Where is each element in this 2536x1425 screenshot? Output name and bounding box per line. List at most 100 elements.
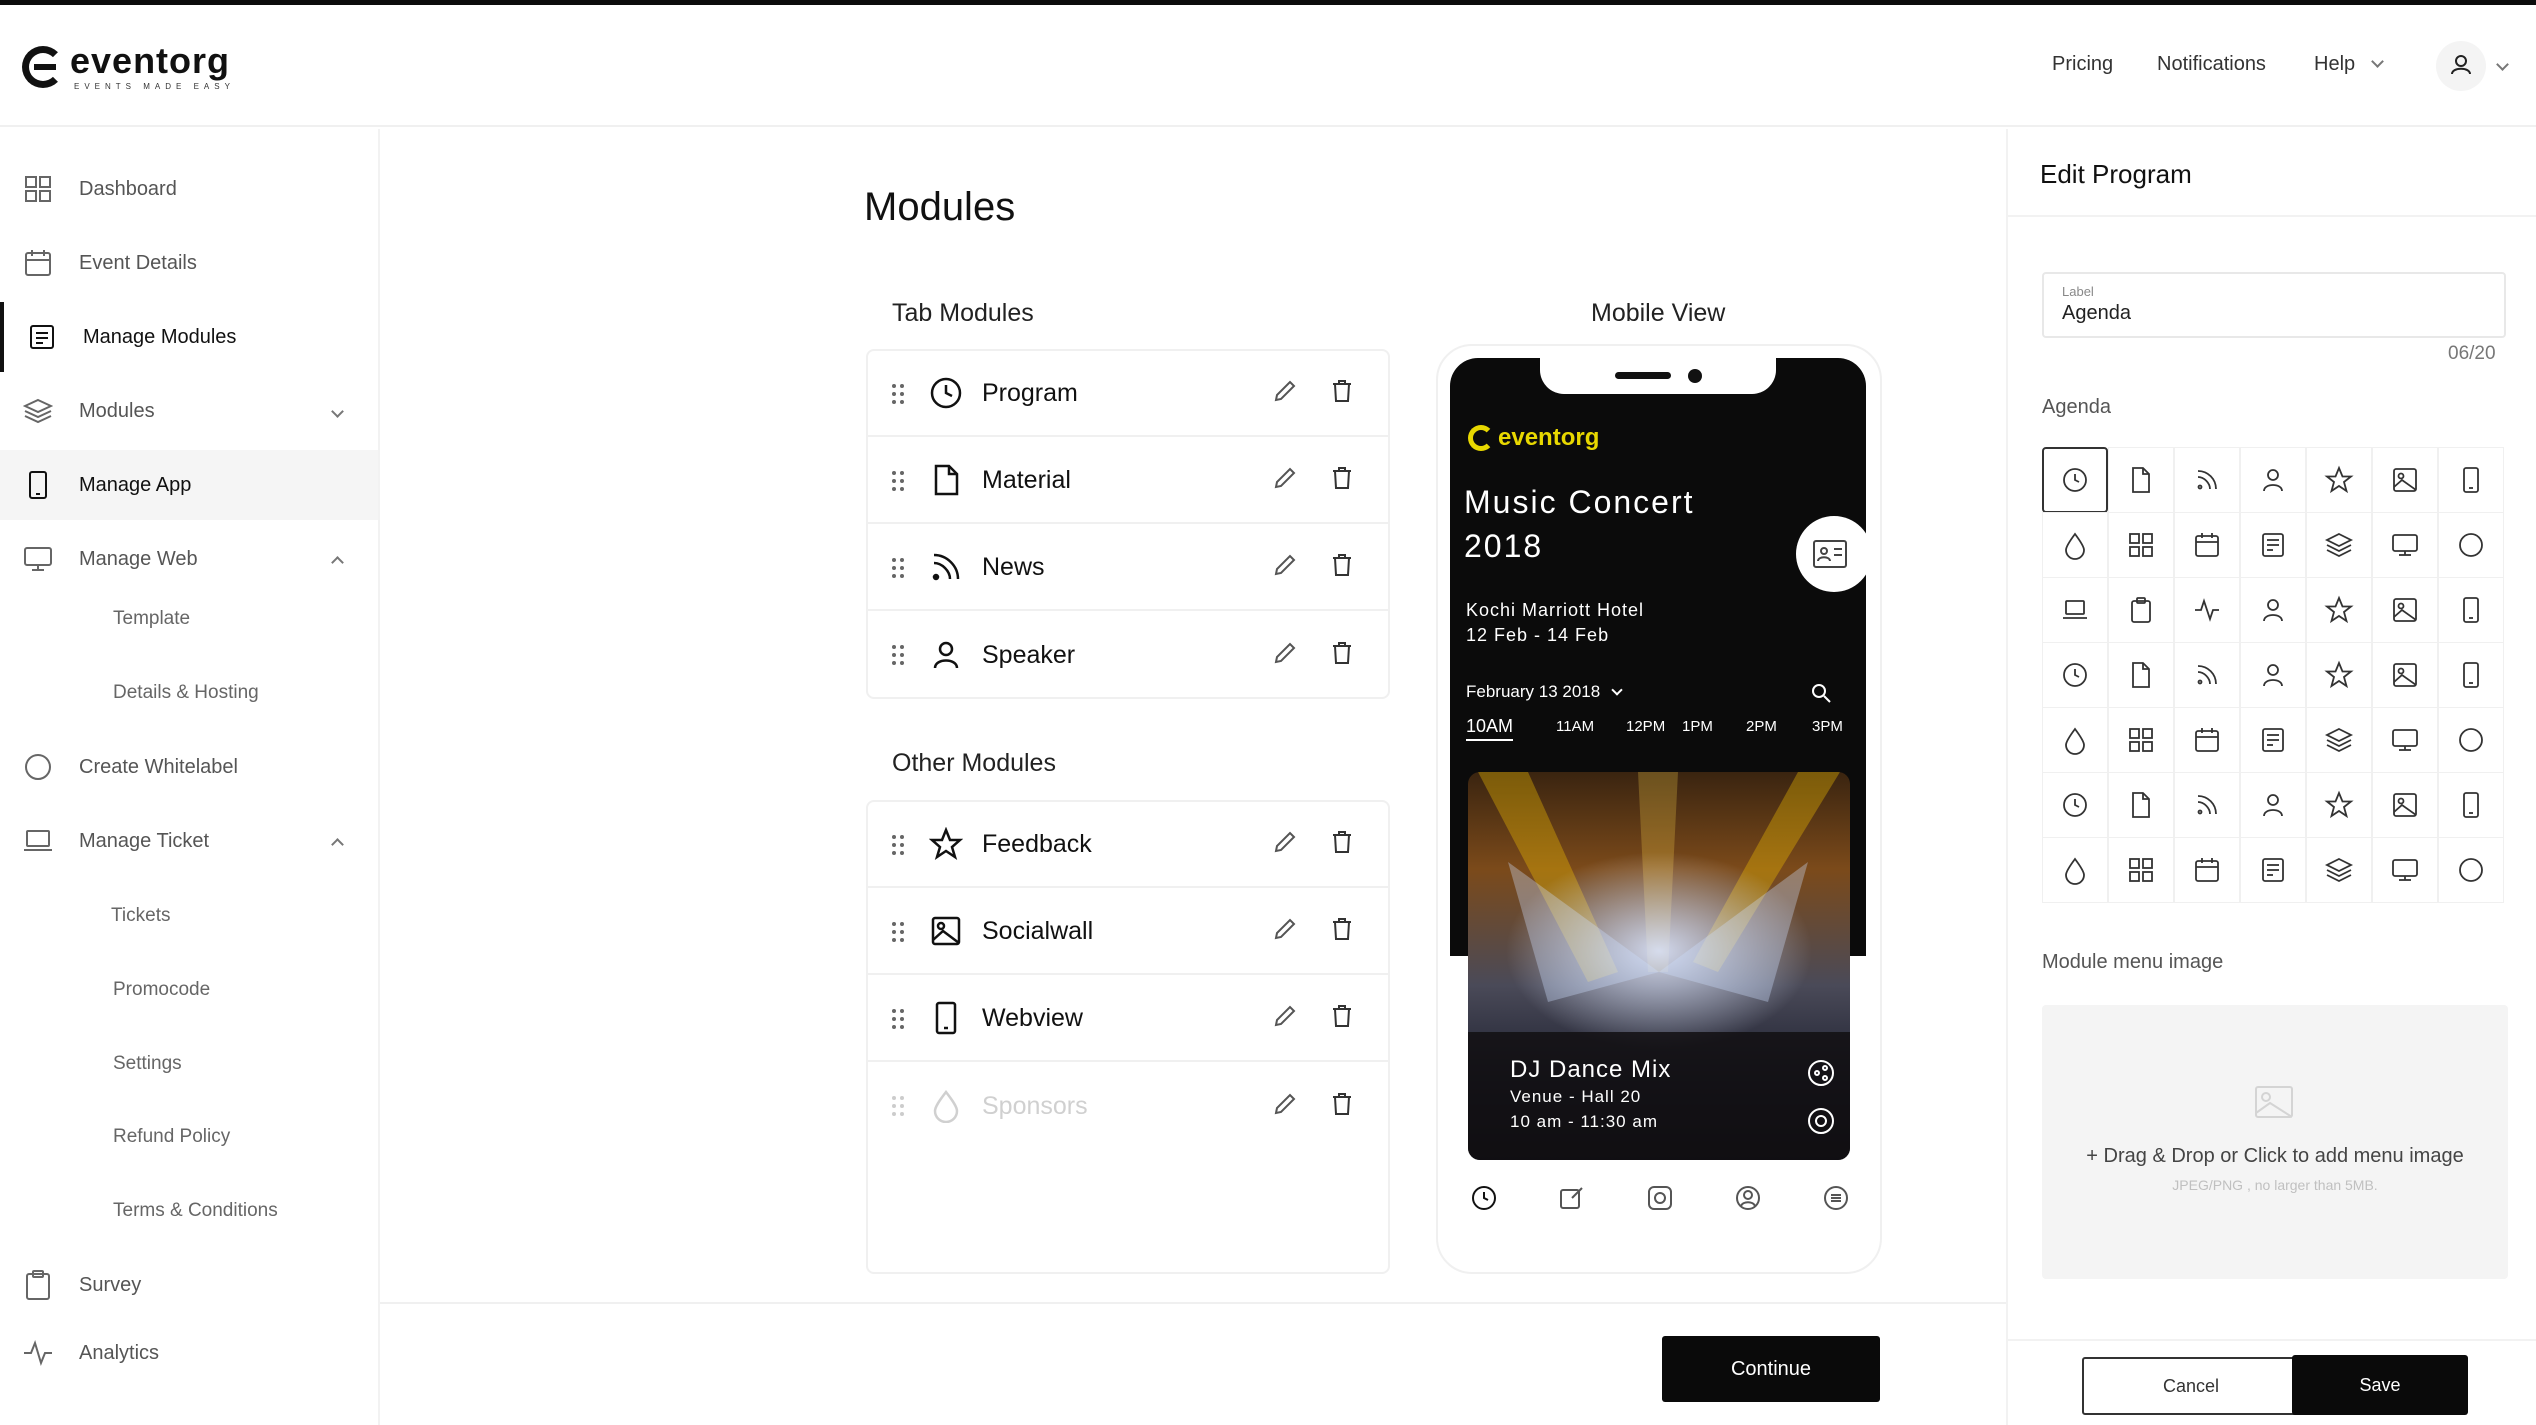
icon-option[interactable] xyxy=(2438,837,2504,903)
icon-option[interactable] xyxy=(2108,642,2174,708)
icon-option[interactable] xyxy=(2174,837,2240,903)
trash-icon[interactable] xyxy=(1330,378,1354,409)
drag-handle-icon[interactable] xyxy=(892,835,904,855)
sidebar-sub-details-hosting[interactable]: Details & Hosting xyxy=(113,682,259,704)
camera-icon[interactable] xyxy=(1646,1184,1674,1212)
time-tab[interactable]: 12PM xyxy=(1626,718,1665,735)
icon-option[interactable] xyxy=(2108,512,2174,578)
icon-option[interactable] xyxy=(2174,577,2240,643)
icon-option[interactable] xyxy=(2438,577,2504,643)
image-dropzone[interactable]: + Drag & Drop or Click to add menu image… xyxy=(2042,1005,2508,1279)
drag-handle-icon[interactable] xyxy=(892,922,904,942)
icon-option[interactable] xyxy=(2372,512,2438,578)
icon-option[interactable] xyxy=(2306,642,2372,708)
icon-option[interactable] xyxy=(2306,577,2372,643)
share-icon[interactable] xyxy=(1806,1058,1836,1088)
icon-option[interactable] xyxy=(2306,447,2372,513)
module-row-sponsors[interactable]: Sponsors xyxy=(868,1063,1388,1149)
icon-option[interactable] xyxy=(2240,577,2306,643)
sidebar-item-analytics[interactable]: Analytics xyxy=(0,1318,378,1388)
time-tab[interactable]: 3PM xyxy=(1812,718,1843,735)
brand-logo[interactable]: eventorg EVENTS MADE EASY xyxy=(22,42,230,91)
nav-notifications[interactable]: Notifications xyxy=(2157,53,2266,76)
sidebar-item-survey[interactable]: Survey xyxy=(0,1250,378,1320)
sidebar-item-manage-modules[interactable]: Manage Modules xyxy=(0,302,378,372)
icon-option[interactable] xyxy=(2240,642,2306,708)
time-tab[interactable]: 2PM xyxy=(1746,718,1777,735)
sidebar-sub-settings[interactable]: Settings xyxy=(113,1053,182,1075)
mobile-date-selector[interactable]: February 13 2018 xyxy=(1466,682,1623,702)
module-row-feedback[interactable]: Feedback xyxy=(868,802,1388,888)
drag-handle-icon[interactable] xyxy=(892,1009,904,1029)
drag-handle-icon[interactable] xyxy=(892,558,904,578)
icon-option[interactable] xyxy=(2306,512,2372,578)
module-row-socialwall[interactable]: Socialwall xyxy=(868,889,1388,975)
pencil-icon[interactable] xyxy=(1272,640,1298,671)
icon-option[interactable] xyxy=(2306,772,2372,838)
trash-icon[interactable] xyxy=(1330,552,1354,583)
sidebar-item-dashboard[interactable]: Dashboard xyxy=(0,154,378,224)
icon-option[interactable] xyxy=(2240,447,2306,513)
trash-icon[interactable] xyxy=(1330,916,1354,947)
icon-option[interactable] xyxy=(2042,837,2108,903)
icon-option[interactable] xyxy=(2240,512,2306,578)
icon-option[interactable] xyxy=(2306,837,2372,903)
icon-option[interactable] xyxy=(2108,837,2174,903)
trash-icon[interactable] xyxy=(1330,829,1354,860)
icon-option[interactable] xyxy=(2438,642,2504,708)
drag-handle-icon[interactable] xyxy=(892,645,904,665)
icon-option[interactable] xyxy=(2042,772,2108,838)
icon-option[interactable] xyxy=(2438,707,2504,773)
icon-option[interactable] xyxy=(2372,642,2438,708)
icon-option[interactable] xyxy=(2372,772,2438,838)
module-row-news[interactable]: News xyxy=(868,525,1388,611)
sidebar-item-manage-app[interactable]: Manage App xyxy=(0,450,378,520)
sidebar-item-manage-ticket[interactable]: Manage Ticket xyxy=(0,806,378,876)
icon-option[interactable] xyxy=(2372,447,2438,513)
sidebar-item-create-whitelabel[interactable]: Create Whitelabel xyxy=(0,732,378,802)
drag-handle-icon[interactable] xyxy=(892,1096,904,1116)
icon-option[interactable] xyxy=(2372,837,2438,903)
profile-icon[interactable] xyxy=(1734,1184,1762,1212)
icon-option[interactable] xyxy=(2174,642,2240,708)
nav-help[interactable]: Help xyxy=(2314,53,2384,76)
continue-button[interactable]: Continue xyxy=(1662,1336,1880,1402)
icon-option[interactable] xyxy=(2174,772,2240,838)
module-row-speaker[interactable]: Speaker xyxy=(868,612,1388,698)
icon-option[interactable] xyxy=(2174,447,2240,513)
menu-icon[interactable] xyxy=(1822,1184,1850,1212)
icon-option[interactable] xyxy=(2372,577,2438,643)
icon-option[interactable] xyxy=(2042,577,2108,643)
pencil-icon[interactable] xyxy=(1272,552,1298,583)
sidebar-item-manage-web[interactable]: Manage Web xyxy=(0,524,378,594)
edit-box-icon[interactable] xyxy=(1558,1184,1586,1212)
pencil-icon[interactable] xyxy=(1272,916,1298,947)
pencil-icon[interactable] xyxy=(1272,378,1298,409)
search-icon[interactable] xyxy=(1810,682,1832,704)
cancel-button[interactable]: Cancel xyxy=(2082,1357,2300,1415)
sidebar-sub-refund-policy[interactable]: Refund Policy xyxy=(113,1126,230,1148)
sidebar-item-event-details[interactable]: Event Details xyxy=(0,228,378,298)
trash-icon[interactable] xyxy=(1330,640,1354,671)
icon-option[interactable] xyxy=(2240,707,2306,773)
account-chevron-down-icon[interactable] xyxy=(2496,58,2509,71)
time-tab[interactable]: 11AM xyxy=(1556,718,1594,735)
icon-option[interactable] xyxy=(2108,577,2174,643)
target-icon[interactable] xyxy=(1806,1106,1836,1136)
icon-option[interactable] xyxy=(2240,772,2306,838)
trash-icon[interactable] xyxy=(1330,465,1354,496)
save-button[interactable]: Save xyxy=(2292,1355,2468,1415)
label-field[interactable]: Label Agenda xyxy=(2042,272,2506,338)
nav-pricing[interactable]: Pricing xyxy=(2052,53,2113,76)
sidebar-sub-terms-conditions[interactable]: Terms & Conditions xyxy=(113,1200,278,1222)
sidebar-sub-promocode[interactable]: Promocode xyxy=(113,979,210,1001)
icon-option[interactable] xyxy=(2108,447,2174,513)
icon-option[interactable] xyxy=(2306,707,2372,773)
trash-icon[interactable] xyxy=(1330,1091,1354,1122)
pencil-icon[interactable] xyxy=(1272,1003,1298,1034)
sidebar-sub-tickets[interactable]: Tickets xyxy=(111,905,170,927)
event-card-image[interactable]: DJ Dance Mix Venue - Hall 20 10 am - 11:… xyxy=(1468,772,1850,1160)
pencil-icon[interactable] xyxy=(1272,829,1298,860)
mobile-badge[interactable] xyxy=(1796,516,1872,592)
module-row-webview[interactable]: Webview xyxy=(868,976,1388,1062)
